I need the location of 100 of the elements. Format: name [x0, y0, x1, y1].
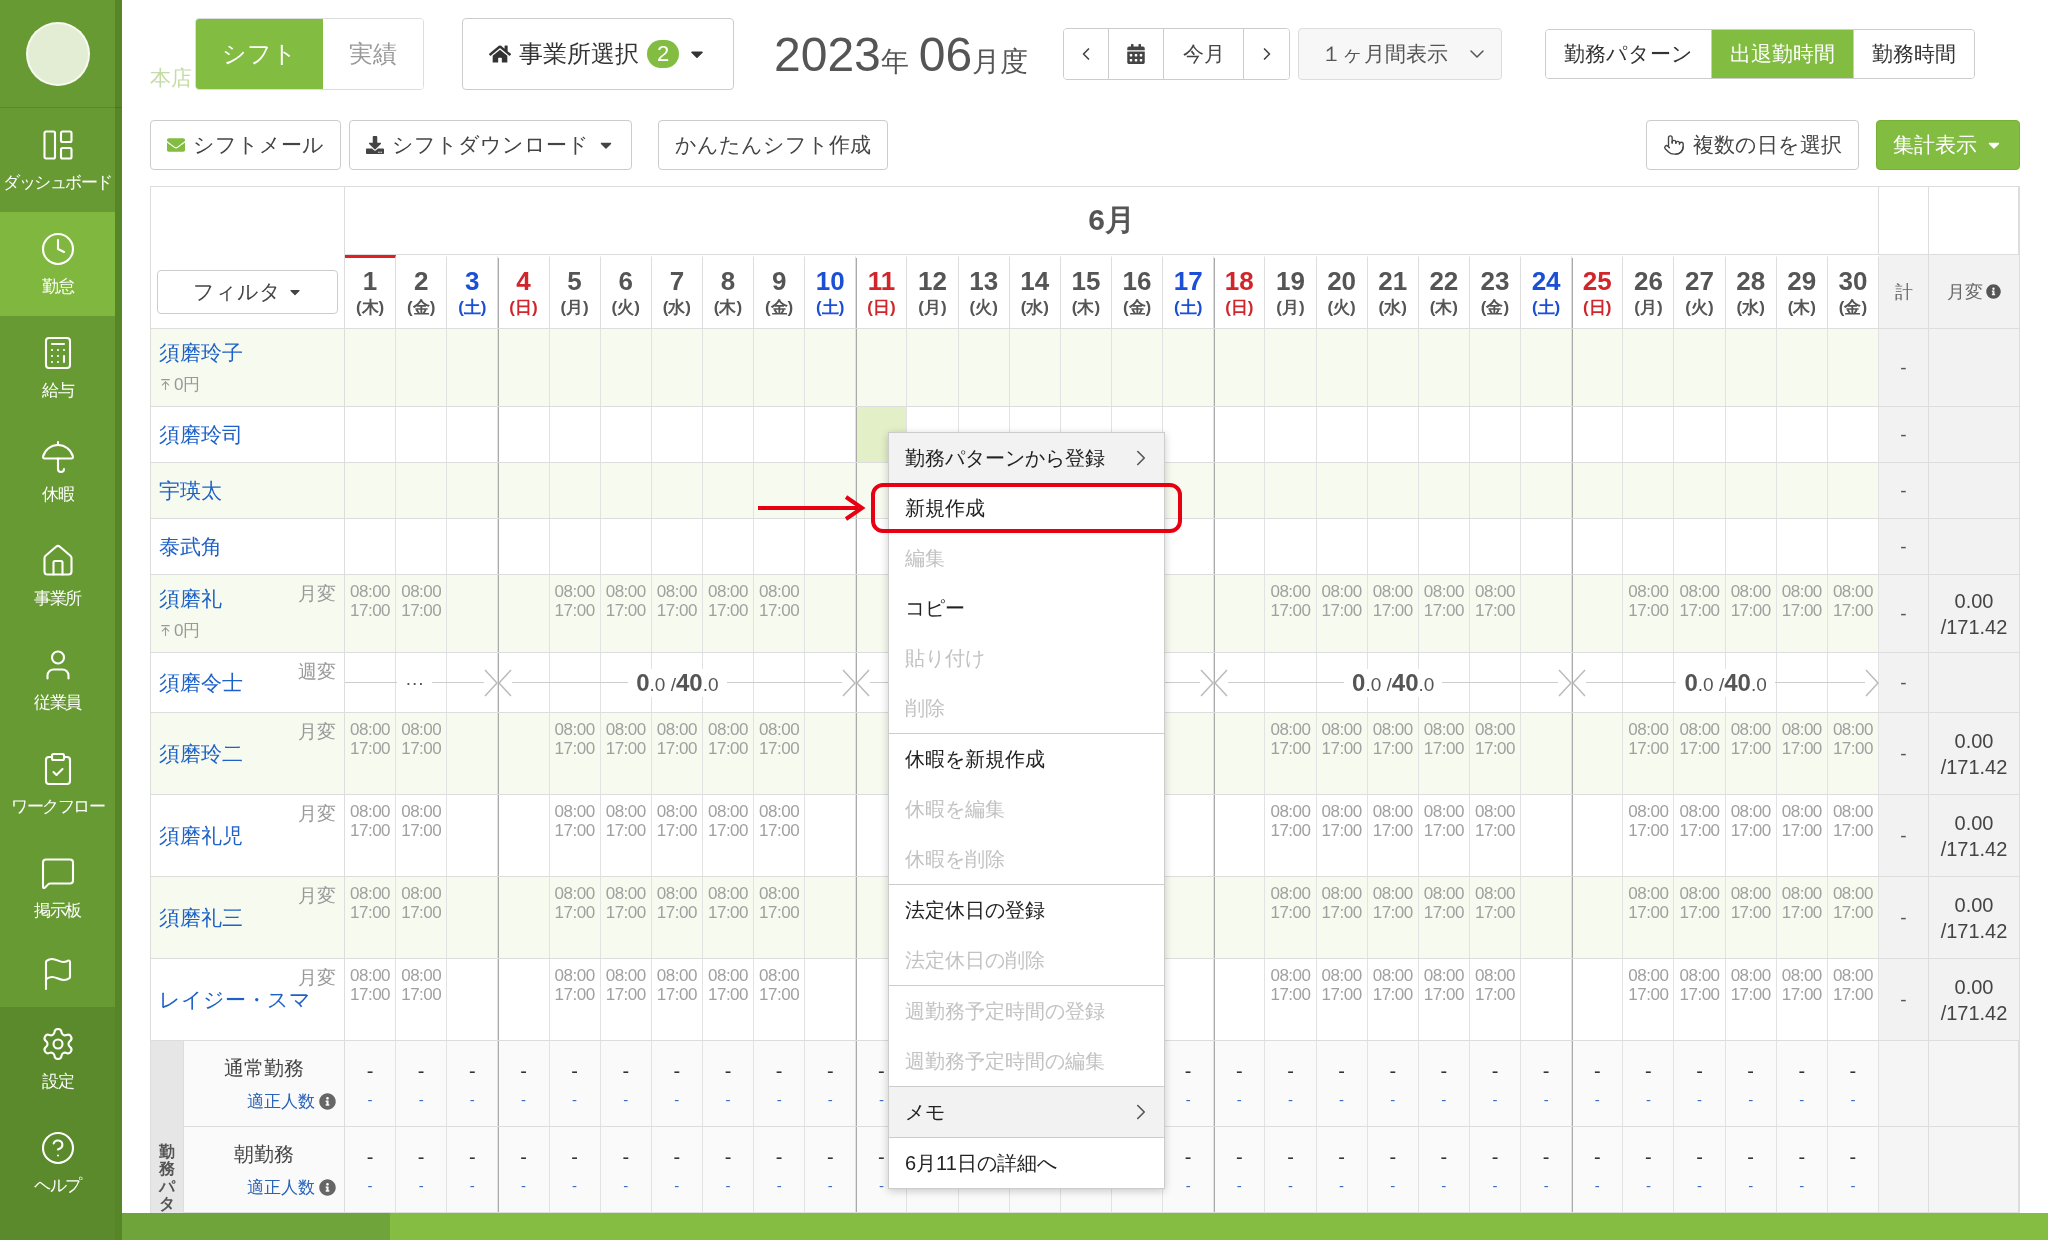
table-cell[interactable]: 08:00 17:00 — [600, 795, 652, 876]
table-cell[interactable]: 08:00 17:00 — [1776, 877, 1828, 958]
table-cell[interactable] — [498, 329, 550, 406]
table-cell[interactable]: 08:00 17:00 — [1418, 795, 1470, 876]
table-cell[interactable] — [1214, 463, 1266, 518]
required-count[interactable]: - — [1236, 1090, 1242, 1108]
table-cell[interactable]: 08:00 17:00 — [651, 795, 703, 876]
table-cell[interactable]: 08:00 17:00 — [345, 713, 397, 794]
table-cell[interactable] — [1572, 329, 1624, 406]
table-cell[interactable]: 08:00 17:00 — [549, 959, 601, 1040]
table-cell[interactable]: 08:00 17:00 — [702, 575, 755, 652]
required-count[interactable]: - — [1645, 1090, 1651, 1108]
employee-name[interactable]: 須磨玲二 — [159, 739, 243, 768]
table-cell[interactable] — [1572, 575, 1624, 652]
table-cell[interactable]: 08:00 17:00 — [600, 877, 652, 958]
sidebar-item[interactable]: ダッシュボード — [0, 108, 115, 212]
table-cell[interactable] — [1572, 407, 1624, 462]
table-cell[interactable] — [498, 407, 550, 462]
table-cell[interactable]: 08:00 17:00 — [1418, 575, 1470, 652]
table-cell[interactable]: 08:00 17:00 — [549, 575, 601, 652]
table-cell[interactable]: 08:00 17:00 — [754, 575, 806, 652]
day-header[interactable]: 29 (木) — [1776, 255, 1828, 328]
table-cell[interactable]: 08:00 17:00 — [1418, 713, 1470, 794]
menu-item[interactable]: メモ — [889, 1087, 1164, 1137]
employee-name[interactable]: 須磨玲子 — [159, 339, 243, 367]
table-cell[interactable]: 08:00 17:00 — [1367, 575, 1419, 652]
table-cell[interactable]: 08:00 17:00 — [1265, 795, 1317, 876]
sidebar-item[interactable]: ヘルプ — [0, 1111, 115, 1215]
table-cell[interactable]: 08:00 17:00 — [345, 795, 397, 876]
table-cell[interactable]: 08:00 17:00 — [754, 713, 806, 794]
table-cell[interactable]: 08:00 17:00 — [1674, 713, 1726, 794]
table-cell[interactable] — [1214, 795, 1266, 876]
table-cell[interactable]: 08:00 17:00 — [1367, 713, 1419, 794]
table-cell[interactable]: 08:00 17:00 — [702, 795, 755, 876]
day-header[interactable]: 10 (土) — [805, 255, 857, 328]
required-count[interactable]: - — [367, 1090, 373, 1108]
staffing-link[interactable]: 適正人数 — [247, 1175, 315, 1199]
day-header[interactable]: 8 (木) — [702, 255, 755, 328]
filter-button[interactable]: フィルタ — [157, 270, 338, 314]
day-header[interactable]: 17 (土) — [1163, 255, 1215, 328]
table-cell[interactable]: 08:00 17:00 — [396, 959, 448, 1040]
table-cell[interactable]: 08:00 17:00 — [1265, 959, 1317, 1040]
sidebar-item[interactable]: 掲示板 — [0, 836, 115, 940]
display-mode-tab[interactable]: 勤務パターン — [1546, 30, 1712, 78]
table-cell[interactable]: 08:00 17:00 — [754, 795, 806, 876]
required-count[interactable]: - — [623, 1176, 629, 1194]
table-cell[interactable]: 08:00 17:00 — [1316, 795, 1368, 876]
employee-name[interactable]: 須磨令士 — [159, 668, 243, 697]
table-cell[interactable]: 08:00 17:00 — [1674, 877, 1726, 958]
table-cell[interactable]: 08:00 17:00 — [1674, 959, 1726, 1040]
table-cell[interactable]: 08:00 17:00 — [1367, 795, 1419, 876]
table-cell[interactable]: 08:00 17:00 — [1776, 959, 1828, 1040]
table-cell[interactable]: 08:00 17:00 — [396, 575, 448, 652]
required-count[interactable]: - — [1287, 1176, 1293, 1194]
table-cell[interactable]: 08:00 17:00 — [651, 713, 703, 794]
employee-name[interactable]: 須磨礼児 — [159, 821, 243, 850]
table-cell[interactable] — [1214, 407, 1266, 462]
table-cell[interactable]: 08:00 17:00 — [1469, 713, 1522, 794]
table-cell[interactable]: 08:00 17:00 — [1725, 713, 1777, 794]
table-cell[interactable]: 08:00 17:00 — [345, 959, 397, 1040]
required-count[interactable]: - — [1850, 1090, 1856, 1108]
table-cell[interactable] — [1572, 519, 1624, 574]
table-cell[interactable]: 08:00 17:00 — [1316, 713, 1368, 794]
required-count[interactable]: - — [418, 1090, 424, 1108]
table-cell[interactable]: 08:00 17:00 — [1725, 575, 1777, 652]
required-count[interactable]: - — [469, 1176, 475, 1194]
required-count[interactable]: - — [520, 1090, 526, 1108]
table-cell[interactable]: 08:00 17:00 — [600, 959, 652, 1040]
required-count[interactable]: - — [1339, 1090, 1345, 1108]
day-header[interactable]: 28 (水) — [1725, 255, 1777, 328]
employee-name[interactable]: 宇瑛太 — [159, 476, 222, 505]
day-header[interactable]: 11 (日) — [856, 255, 908, 328]
table-cell[interactable] — [1214, 877, 1266, 958]
table-cell[interactable]: 08:00 17:00 — [1623, 575, 1675, 652]
required-count[interactable]: - — [1287, 1090, 1293, 1108]
table-cell[interactable]: 08:00 17:00 — [702, 877, 755, 958]
table-cell[interactable]: 08:00 17:00 — [1674, 575, 1726, 652]
table-cell[interactable] — [1572, 713, 1624, 794]
required-count[interactable]: - — [725, 1176, 731, 1194]
table-cell[interactable]: 08:00 17:00 — [651, 959, 703, 1040]
table-cell[interactable]: 08:00 17:00 — [345, 575, 397, 652]
table-cell[interactable] — [1572, 877, 1624, 958]
required-count[interactable]: - — [878, 1090, 884, 1108]
required-count[interactable]: - — [469, 1090, 475, 1108]
required-count[interactable]: - — [623, 1090, 629, 1108]
table-cell[interactable]: 08:00 17:00 — [1776, 575, 1828, 652]
table-cell[interactable]: 08:00 17:00 — [1623, 877, 1675, 958]
day-header[interactable]: 24 (土) — [1521, 255, 1573, 328]
required-count[interactable]: - — [418, 1176, 424, 1194]
required-count[interactable]: - — [1799, 1176, 1805, 1194]
staffing-link[interactable]: 適正人数 — [247, 1089, 315, 1113]
table-cell[interactable]: 08:00 17:00 — [1776, 713, 1828, 794]
required-count[interactable]: - — [1543, 1090, 1549, 1108]
required-count[interactable]: - — [1236, 1176, 1242, 1194]
day-header[interactable]: 23 (金) — [1469, 255, 1522, 328]
sidebar-item[interactable]: 事業所 — [0, 524, 115, 628]
toolbar-button[interactable]: シフトメール — [150, 120, 341, 170]
range-select[interactable]: １ヶ月間表示 — [1298, 28, 1502, 80]
table-cell[interactable] — [498, 877, 550, 958]
table-cell[interactable]: 08:00 17:00 — [754, 877, 806, 958]
